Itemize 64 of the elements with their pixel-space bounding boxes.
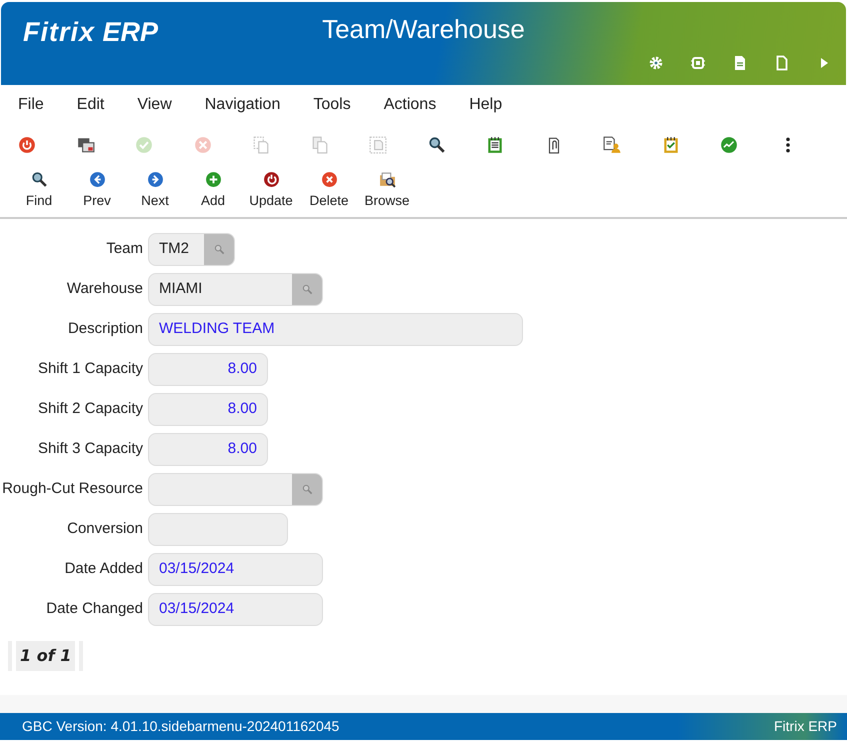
add-icon — [204, 170, 222, 188]
folder-search-icon — [378, 170, 396, 188]
magnifier-icon — [30, 170, 48, 188]
lookup-field[interactable]: TM2 — [148, 232, 235, 266]
input-field[interactable]: 8.00 — [148, 352, 268, 386]
document-icon[interactable] — [732, 55, 748, 71]
record-counter: 1 of 1 — [16, 641, 76, 671]
back-icon — [88, 170, 106, 188]
toolbar-button[interactable]: Delete — [300, 165, 358, 217]
menu-item[interactable]: Navigation — [204, 93, 280, 117]
menu-item[interactable]: View — [137, 93, 172, 117]
lookup-button[interactable] — [292, 474, 322, 504]
menu-item[interactable]: Edit — [76, 93, 104, 117]
field-label: Date Changed — [45, 598, 144, 619]
input-field[interactable]: 03/15/2024 — [148, 592, 323, 626]
search-icon — [214, 244, 224, 254]
trend-icon[interactable] — [720, 136, 738, 154]
version-text: GBC Version: 4.01.10.sidebarmenu-202401162045 — [22, 717, 340, 736]
toolbar-button[interactable]: Add — [184, 165, 242, 217]
lookup-field[interactable] — [148, 472, 323, 506]
toolbar-button[interactable]: Prev — [68, 165, 126, 217]
forward-icon — [146, 170, 164, 188]
field-label: Shift 2 Capacity — [36, 398, 144, 419]
input-field[interactable]: 8.00 — [148, 392, 268, 426]
field-label: Shift 1 Capacity — [36, 358, 144, 379]
lookup-button[interactable] — [292, 274, 322, 304]
input-field[interactable]: 8.00 — [148, 432, 268, 466]
power-icon[interactable] — [18, 136, 36, 154]
menu-item[interactable]: File — [18, 93, 44, 117]
notepad-icon[interactable] — [486, 136, 504, 154]
toolbar-button[interactable]: Browse — [358, 165, 416, 217]
window-title: Team/Warehouse — [322, 14, 525, 44]
input-field[interactable]: 03/15/2024 — [148, 552, 323, 586]
search-icon — [302, 284, 312, 294]
chip-icon[interactable] — [690, 55, 706, 71]
field-label: Description — [66, 318, 144, 339]
lookup-button[interactable] — [204, 234, 234, 264]
toolbar-button[interactable]: Update — [242, 165, 300, 217]
field-label: Date Added — [64, 558, 144, 579]
checklist-icon[interactable] — [662, 136, 680, 154]
windows-icon[interactable] — [76, 136, 94, 154]
input-field[interactable] — [148, 512, 288, 546]
lookup-field[interactable]: MIAMI — [148, 272, 323, 306]
field-label: Team — [105, 238, 144, 259]
field-label: Conversion — [66, 518, 144, 539]
logo: Fitrix — [23, 17, 96, 47]
delete-icon — [320, 170, 338, 188]
field-label: Warehouse — [66, 278, 144, 299]
search-icon — [302, 484, 312, 494]
field-label: Rough-Cut Resource — [1, 478, 144, 499]
magnifier-icon[interactable] — [428, 136, 446, 154]
logo-suffix: ERP — [102, 17, 158, 47]
menu-item[interactable]: Actions — [384, 93, 436, 117]
page-icon[interactable] — [774, 55, 790, 71]
menu-item[interactable]: Help — [469, 93, 502, 117]
refresh-icon — [262, 170, 280, 188]
toolbar-button[interactable]: Find — [10, 165, 68, 217]
menu-item[interactable]: Tools — [313, 93, 351, 117]
person-document-icon[interactable] — [603, 136, 621, 154]
field-label: Shift 3 Capacity — [36, 438, 144, 459]
input-field[interactable]: WELDING TEAM — [148, 312, 523, 346]
gear-icon[interactable] — [648, 55, 664, 71]
product-name: Fitrix ERP — [774, 717, 837, 736]
toolbar-button[interactable]: Next — [126, 165, 184, 217]
